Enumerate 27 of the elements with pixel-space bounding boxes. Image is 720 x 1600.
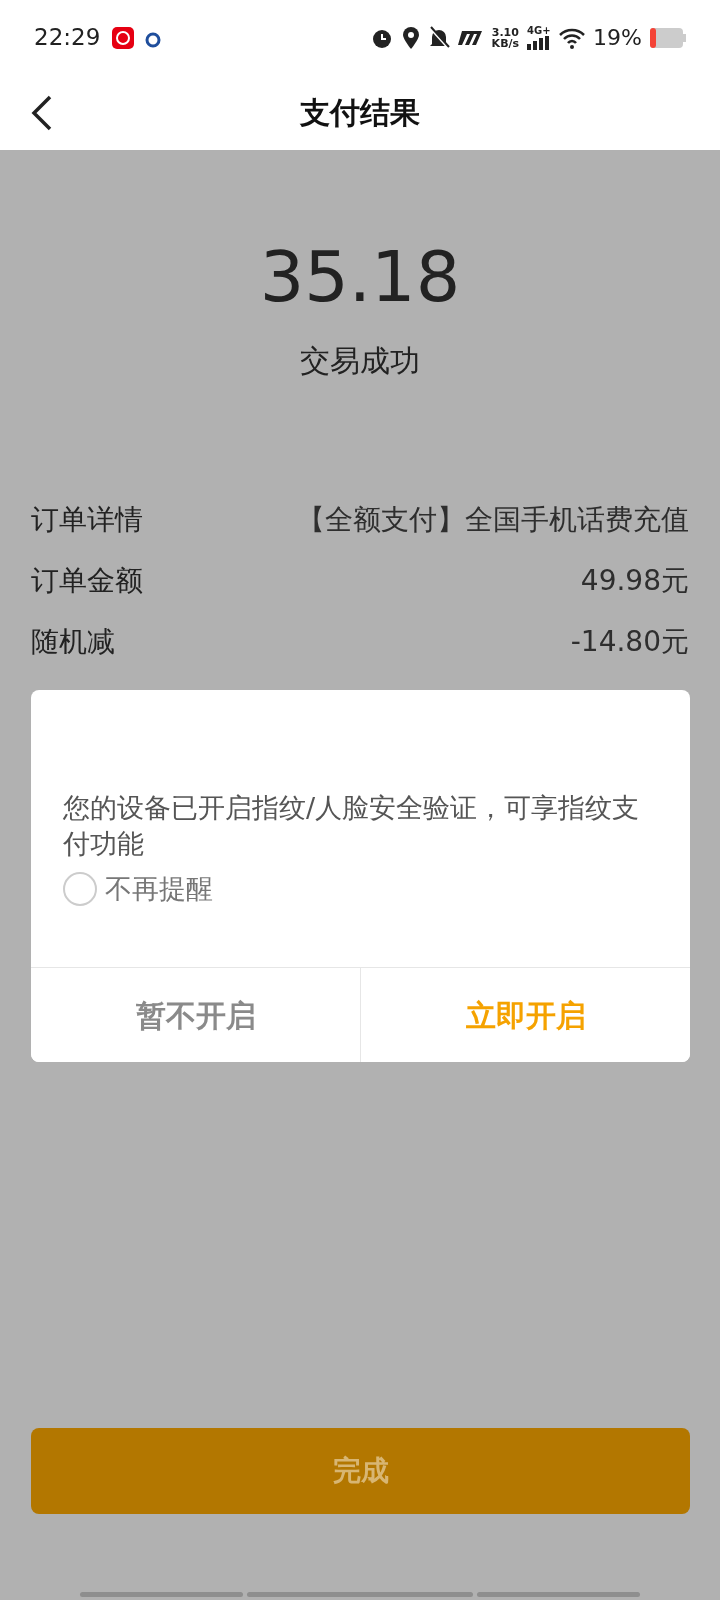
back-icon[interactable] [30,95,54,131]
detail-label: 订单金额 [31,562,143,599]
bank-app-icon [112,26,135,49]
detail-value: 【全额支付】全国手机话费充值 [297,501,689,538]
dialog-message: 您的设备已开启指纹/人脸安全验证，可享指纹支付功能 [62,791,641,862]
payment-status: 交易成功 [299,342,421,380]
checkbox[interactable] [63,872,97,907]
battery-icon [650,27,686,48]
location-icon [401,25,420,50]
detail-value: 49.98元 [580,562,689,599]
network-speed-unit: KB/s [491,37,520,49]
detail-label: 订单详情 [31,501,143,538]
network-type: 4G+ [527,25,552,36]
page-title: 支付结果 [300,94,420,132]
detail-value: -14.80元 [570,623,689,660]
done-button[interactable]: 完成 [31,1428,690,1514]
detail-label: 随机减 [31,623,115,660]
cell-signal-icon [527,35,552,50]
wifi-icon [559,26,586,49]
amount: 35.18 [258,242,462,312]
network-speed: 3.10 [491,26,520,38]
battery-percent: 19% [593,24,642,52]
status-time: 22:29 [34,23,101,53]
signal-app-icon [457,28,484,47]
bell-muted-icon [427,25,450,50]
enable-button[interactable]: 立即开启 [360,968,690,1062]
checkbox-label: 不再提醒 [105,871,213,906]
